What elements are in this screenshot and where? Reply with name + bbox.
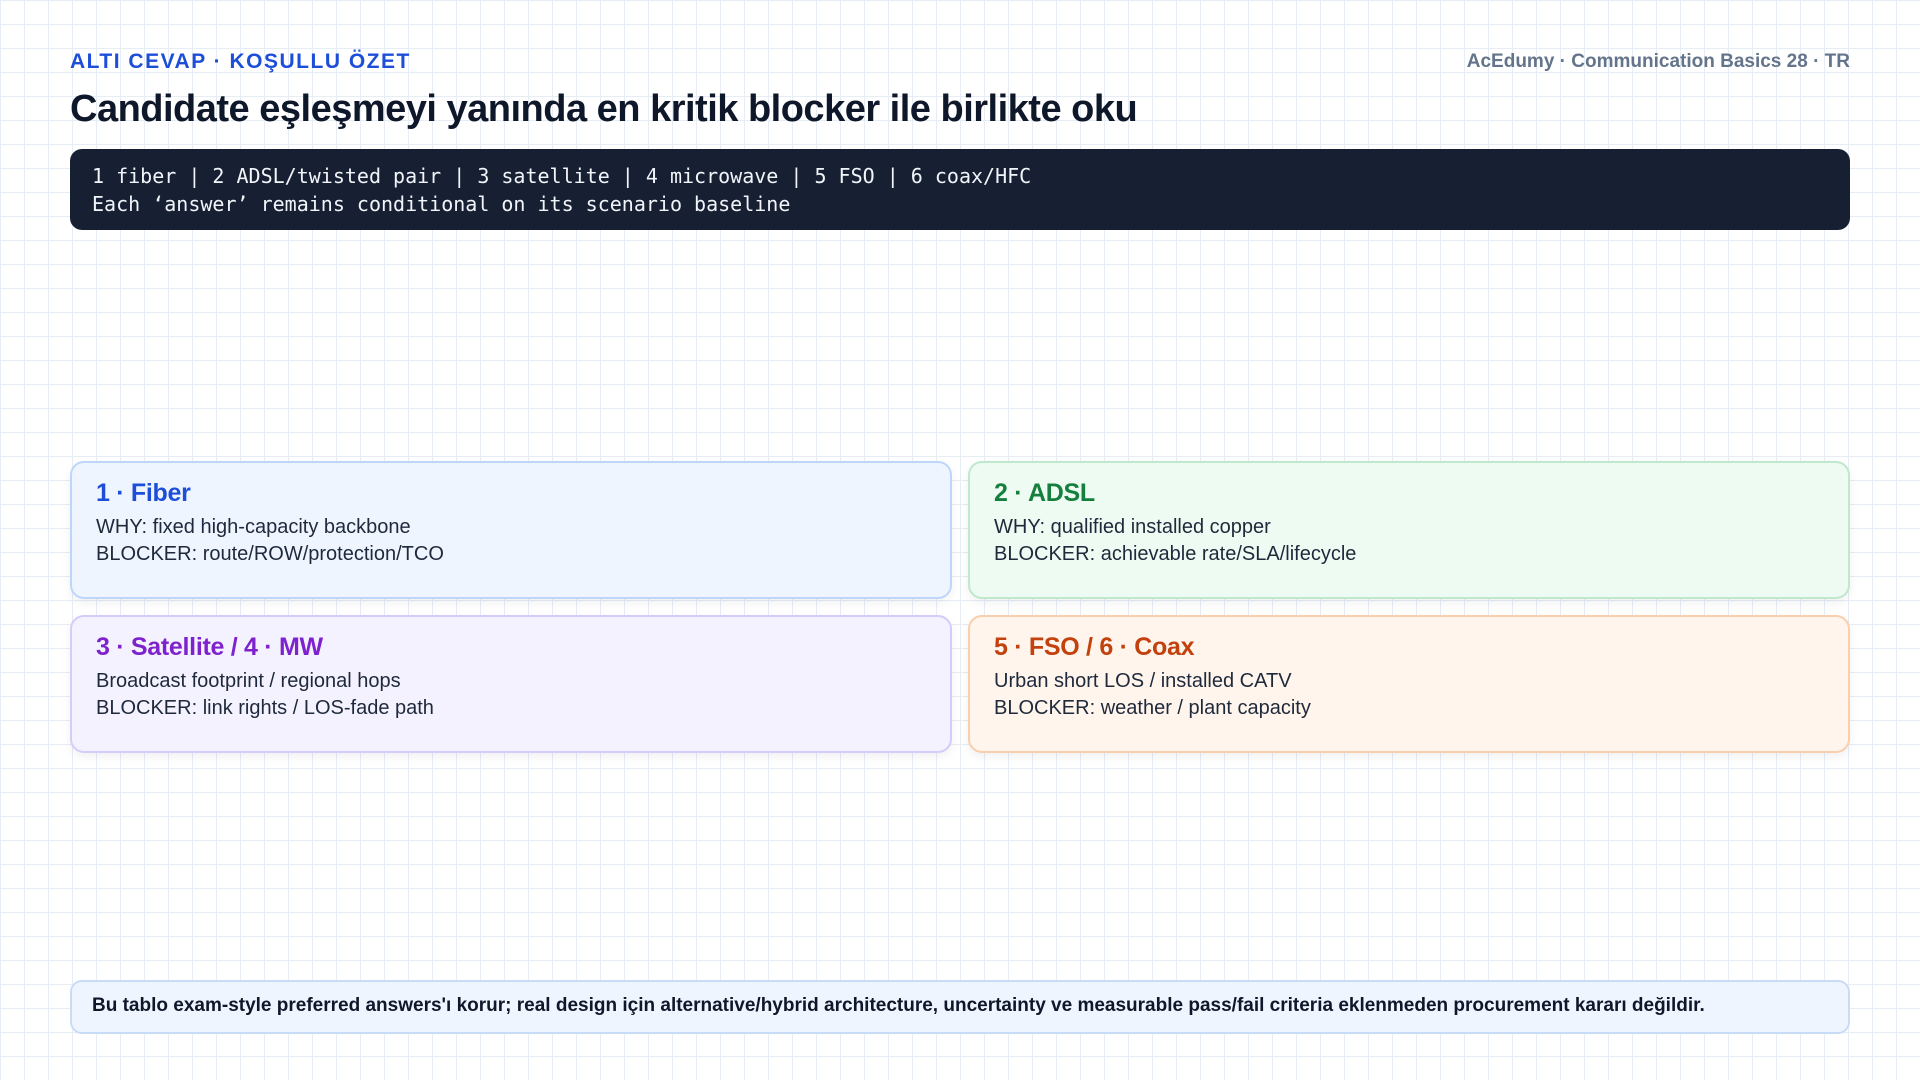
card-title: 2 · ADSL [994,479,1095,507]
card-blocker: BLOCKER: weather / plant capacity [994,697,1311,719]
card-title: 5 · FSO / 6 · Coax [994,633,1195,661]
card-blocker: BLOCKER: achievable rate/SLA/lifecycle [994,543,1357,565]
card-blocker: BLOCKER: route/ROW/protection/TCO [96,543,444,565]
code-line-2: Each ‘answer’ remains conditional on its… [92,192,791,216]
card-adsl: 2 · ADSL WHY: qualified installed copper… [968,461,1850,599]
card-why: WHY: qualified installed copper [994,516,1271,538]
card-description: Broadcast footprint / regional hops [96,670,401,692]
card-description: Urban short LOS / installed CATV [994,670,1292,692]
card-title: 1 · Fiber [96,479,191,507]
code-summary-block: 1 fiber | 2 ADSL/twisted pair | 3 satell… [70,149,1850,230]
code-line-1: 1 fiber | 2 ADSL/twisted pair | 3 satell… [92,164,1032,188]
card-title: 3 · Satellite / 4 · MW [96,633,323,661]
footer-disclaimer: Bu tablo exam-style preferred answers'ı … [70,980,1850,1034]
section-kicker: ALTI CEVAP · KOŞULLU ÖZET [70,50,411,73]
page-title: Candidate eşleşmeyi yanında en kritik bl… [70,88,1138,130]
card-blocker: BLOCKER: link rights / LOS-fade path [96,697,434,719]
course-brand: AcEdumy · Communication Basics 28 · TR [1466,51,1850,72]
card-why: WHY: fixed high-capacity backbone [96,516,411,538]
card-satellite-mw: 3 · Satellite / 4 · MW Broadcast footpri… [70,615,952,753]
card-fiber: 1 · Fiber WHY: fixed high-capacity backb… [70,461,952,599]
card-fso-coax: 5 · FSO / 6 · Coax Urban short LOS / ins… [968,615,1850,753]
